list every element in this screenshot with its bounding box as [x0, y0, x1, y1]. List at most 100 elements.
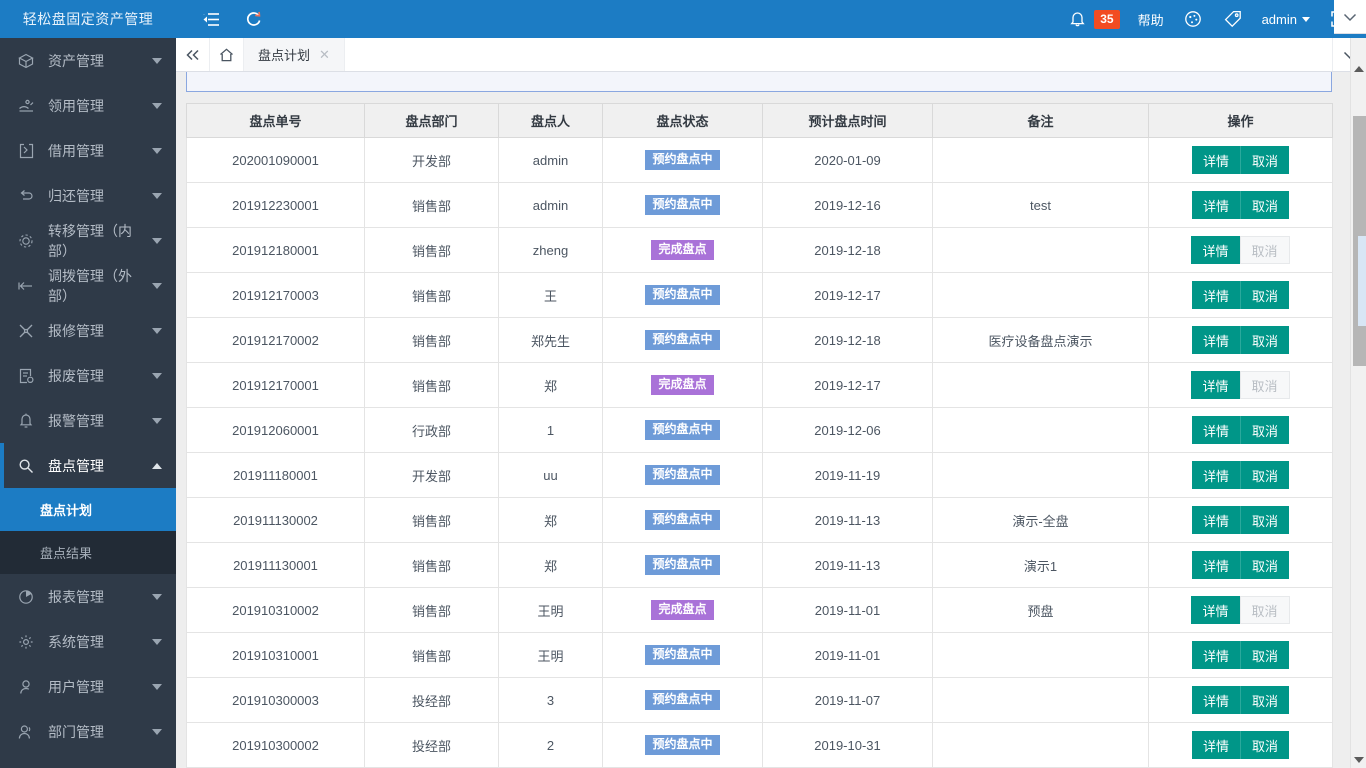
- sidebar-item-label: 归还管理: [48, 187, 104, 204]
- sidebar-item-return[interactable]: 归还管理: [0, 173, 176, 218]
- table-row: 201912180001 销售部 zheng 完成盘点 2019-12-18 详情 取消: [186, 227, 1333, 273]
- detail-button[interactable]: 详情: [1191, 326, 1240, 354]
- inner-scroll-indicator[interactable]: [1358, 236, 1366, 326]
- cell-remark: 预盘: [932, 587, 1149, 633]
- tag-icon[interactable]: [1222, 8, 1244, 30]
- sidebar-item-receive[interactable]: 领用管理: [0, 83, 176, 128]
- sidebar-item-department[interactable]: 部门管理: [0, 709, 176, 754]
- sidebar-item-label: 报修管理: [48, 322, 104, 339]
- detail-button[interactable]: 详情: [1191, 731, 1240, 759]
- sidebar-item-allocate-external[interactable]: 调拨管理（外部）: [0, 263, 176, 308]
- detail-button[interactable]: 详情: [1191, 551, 1240, 579]
- sidebar-item-repair[interactable]: 报修管理: [0, 308, 176, 353]
- sidebar-item-scrap[interactable]: 报废管理: [0, 353, 176, 398]
- refresh-icon[interactable]: [242, 8, 264, 30]
- cell-department: 销售部: [364, 587, 499, 633]
- notifications-group[interactable]: 35: [1066, 8, 1120, 30]
- cancel-button[interactable]: 取消: [1240, 416, 1290, 444]
- cell-order-no: 201912230001: [186, 182, 365, 228]
- cancel-button[interactable]: 取消: [1240, 326, 1290, 354]
- scroll-down-arrow-icon[interactable]: [1351, 751, 1366, 768]
- table-row: 201912170003 销售部王 预约盘点中 2019-12-17 详情 取消: [186, 272, 1333, 318]
- tab-inventory-plan[interactable]: 盘点计划 ✕: [244, 38, 345, 71]
- return-icon: [16, 188, 36, 204]
- palette-icon[interactable]: [1182, 8, 1204, 30]
- cancel-button[interactable]: 取消: [1240, 146, 1290, 174]
- sidebar-item-report[interactable]: 报表管理: [0, 574, 176, 619]
- cell-department: 销售部: [364, 272, 499, 318]
- cell-department: 销售部: [364, 542, 499, 588]
- chevron-down-icon: [152, 417, 162, 424]
- search-filter-panel[interactable]: [186, 72, 1332, 92]
- cancel-button[interactable]: 取消: [1240, 686, 1290, 714]
- scroll-up-arrow-icon[interactable]: [1351, 60, 1366, 77]
- main-content-area: 盘点单号 盘点部门 盘点人 盘点状态 预计盘点时间 备注 操作 20200109…: [176, 72, 1366, 768]
- action-button-group: 详情 取消: [1191, 461, 1290, 489]
- indent-decrease-icon[interactable]: [200, 8, 222, 30]
- inventory-plan-table-container: 盘点单号 盘点部门 盘点人 盘点状态 预计盘点时间 备注 操作 20200109…: [186, 103, 1333, 768]
- cell-operations: 详情 取消: [1148, 407, 1333, 453]
- sidebar-item-log[interactable]: 日志管理: [0, 754, 176, 768]
- chevron-down-icon: [1302, 16, 1310, 22]
- status-badge: 预约盘点中: [645, 735, 720, 755]
- sidebar-item-asset[interactable]: 资产管理: [0, 38, 176, 83]
- cell-department: 销售部: [364, 182, 499, 228]
- cancel-button[interactable]: 取消: [1240, 551, 1290, 579]
- sidebar-item-inventory[interactable]: 盘点管理: [0, 443, 176, 488]
- detail-button[interactable]: 详情: [1191, 236, 1240, 264]
- chevron-down-icon: [152, 192, 162, 199]
- cancel-button[interactable]: 取消: [1240, 506, 1290, 534]
- cancel-button[interactable]: 取消: [1240, 731, 1290, 759]
- detail-button[interactable]: 详情: [1191, 191, 1240, 219]
- table-row: 201912170002 销售部 郑先生 预约盘点中 2019-12-18 医疗设备盘点演…: [186, 317, 1333, 363]
- user-icon: [16, 679, 36, 695]
- detail-button[interactable]: 详情: [1191, 371, 1240, 399]
- detail-button[interactable]: 详情: [1191, 596, 1240, 624]
- sidebar-item-alarm[interactable]: 报警管理: [0, 398, 176, 443]
- cancel-button[interactable]: 取消: [1240, 281, 1290, 309]
- help-link[interactable]: 帮助: [1138, 10, 1164, 29]
- column-header-person: 盘点人: [498, 103, 603, 138]
- bell-icon[interactable]: [1066, 8, 1088, 30]
- gear-icon: [16, 634, 36, 650]
- sidebar-subitem-inventory-result[interactable]: 盘点结果: [0, 531, 176, 574]
- status-badge: 预约盘点中: [645, 645, 720, 665]
- cell-person: zheng: [498, 227, 603, 273]
- detail-button[interactable]: 详情: [1191, 506, 1240, 534]
- sidebar-scroll-area[interactable]: 资产管理 领用管理 借用管理 归还管理 转移管理（内部） 调拨管理（外部） 报修…: [0, 38, 176, 768]
- cell-order-no: 201910300002: [186, 722, 365, 768]
- double-chevron-left-icon[interactable]: [176, 38, 210, 71]
- page-vertical-scrollbar[interactable]: [1350, 38, 1366, 768]
- tab-bar-corner-expand[interactable]: [1334, 0, 1366, 34]
- detail-button[interactable]: 详情: [1191, 461, 1240, 489]
- sidebar-item-transfer-internal[interactable]: 转移管理（内部）: [0, 218, 176, 263]
- action-button-group: 详情 取消: [1191, 641, 1290, 669]
- close-icon[interactable]: ✕: [319, 47, 330, 63]
- hand-receive-icon: [16, 98, 36, 114]
- sidebar-item-label: 用户管理: [48, 678, 104, 695]
- cell-status: 预约盘点中: [602, 452, 763, 498]
- repair-icon: [16, 323, 36, 339]
- detail-button[interactable]: 详情: [1191, 641, 1240, 669]
- action-button-group: 详情 取消: [1191, 371, 1290, 399]
- cell-person: 1: [498, 407, 603, 453]
- notification-count-badge[interactable]: 35: [1094, 9, 1120, 29]
- cell-department: 销售部: [364, 632, 499, 678]
- cell-status: 预约盘点中: [602, 677, 763, 723]
- cancel-button[interactable]: 取消: [1240, 461, 1290, 489]
- detail-button[interactable]: 详情: [1191, 416, 1240, 444]
- detail-button[interactable]: 详情: [1191, 281, 1240, 309]
- user-menu[interactable]: admin: [1262, 12, 1310, 27]
- sidebar-item-borrow[interactable]: 借用管理: [0, 128, 176, 173]
- sidebar-item-system[interactable]: 系统管理: [0, 619, 176, 664]
- sidebar-item-user[interactable]: 用户管理: [0, 664, 176, 709]
- cancel-button[interactable]: 取消: [1240, 641, 1290, 669]
- detail-button[interactable]: 详情: [1191, 686, 1240, 714]
- cancel-button[interactable]: 取消: [1240, 191, 1290, 219]
- column-header-operation: 操作: [1148, 103, 1333, 138]
- detail-button[interactable]: 详情: [1191, 146, 1240, 174]
- sidebar-subitem-inventory-plan[interactable]: 盘点计划: [0, 488, 176, 531]
- chevron-down-icon: [152, 372, 162, 379]
- cell-department: 行政部: [364, 407, 499, 453]
- home-icon[interactable]: [210, 38, 244, 71]
